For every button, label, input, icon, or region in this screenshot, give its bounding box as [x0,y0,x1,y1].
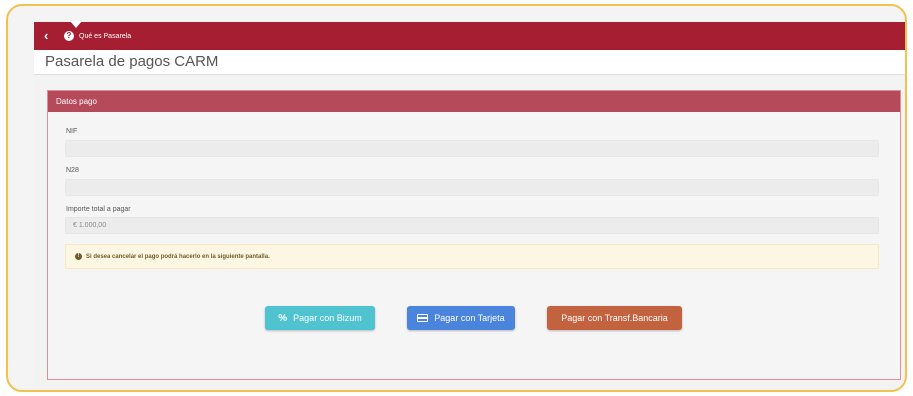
screenshot-frame: ‹ ? Qué es Pasarela Pasarela de pagos CA… [6,4,907,392]
payment-card: Datos pago NIF N28 Importe total a pagar… [47,90,901,380]
pay-card-button[interactable]: Pagar con Tarjeta [407,306,515,330]
nif-label: NIF [66,128,78,135]
help-link-label: Qué es Pasarela [79,32,132,40]
amount-field: € 1.000,00 [65,217,879,234]
info-circle-icon: ! [75,253,82,260]
bizum-icon: % [278,312,288,324]
app-window: ‹ ? Qué es Pasarela Pasarela de pagos CA… [34,21,905,390]
payment-card-title: Datos pago [56,97,97,106]
credit-card-icon [417,314,429,322]
pay-bizum-label: Pagar con Bizum [293,313,362,323]
top-bar: ‹ ? Qué es Pasarela [34,21,905,50]
payment-card-header: Datos pago [48,91,900,112]
cancel-info-text: Si desea cancelar el pago podrá hacerlo … [86,253,270,260]
chevron-left-icon: ‹ [44,28,49,43]
n28-label: N28 [66,167,79,174]
help-link[interactable]: ? Qué es Pasarela [64,29,131,43]
pay-transfer-button[interactable]: Pagar con Transf.Bancaria [547,306,682,330]
top-bar-notch [70,21,82,28]
amount-label: Importe total a pagar [66,206,131,213]
back-button[interactable]: ‹ [44,29,58,43]
question-circle-icon: ? [64,31,74,41]
cancel-info-alert: ! Si desea cancelar el pago podrá hacerl… [65,244,879,269]
pay-bizum-button[interactable]: % Pagar con Bizum [265,306,375,330]
pay-transfer-label: Pagar con Transf.Bancaria [561,313,668,323]
nif-field[interactable] [65,140,879,157]
page-title: Pasarela de pagos CARM [45,53,219,70]
n28-field[interactable] [65,179,879,196]
pay-card-label: Pagar con Tarjeta [434,313,505,323]
title-bar: Pasarela de pagos CARM [34,50,905,75]
